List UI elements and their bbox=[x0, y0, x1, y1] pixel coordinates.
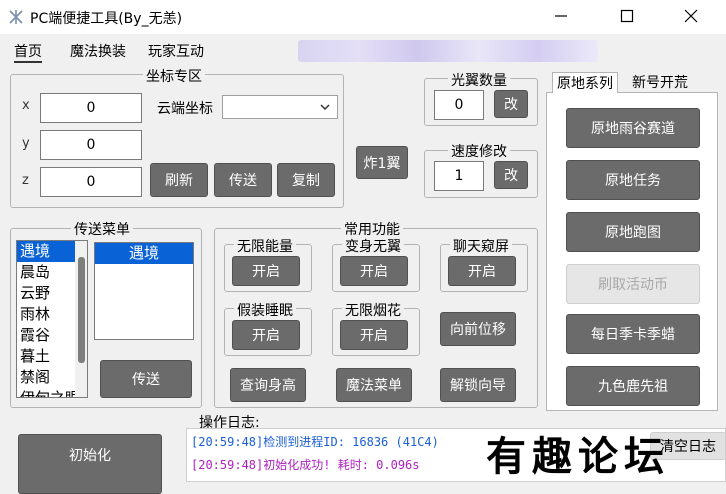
init-button[interactable]: 初始化 bbox=[18, 434, 162, 494]
in-place-rain-track-button[interactable]: 原地雨谷赛道 bbox=[566, 108, 700, 148]
send-teleport-button[interactable]: 传送 bbox=[100, 360, 192, 398]
x-input[interactable]: 0 bbox=[40, 93, 142, 123]
chat-peek-title: 聊天窥屏 bbox=[450, 236, 512, 256]
cloud-coord-label: 云端坐标 bbox=[157, 101, 213, 117]
infinite-energy-button[interactable]: 开启 bbox=[232, 256, 300, 286]
watermark-text: 有趣论坛 bbox=[486, 433, 670, 480]
wings-change-button[interactable]: 改 bbox=[494, 90, 528, 118]
fake-sleep-title: 假装睡眠 bbox=[234, 300, 296, 320]
x-label: x bbox=[22, 98, 30, 113]
list-item[interactable]: 遇境 bbox=[95, 243, 193, 264]
fake-sleep-button[interactable]: 开启 bbox=[232, 320, 300, 350]
close-button[interactable] bbox=[668, 0, 714, 32]
map-list[interactable]: 遇境 晨岛 云野 雨林 霞谷 暮土 禁阁 伊甸之眼 bbox=[16, 240, 88, 398]
speed-group-title: 速度修改 bbox=[448, 141, 510, 161]
maximize-icon bbox=[620, 9, 634, 23]
in-place-run-map-button[interactable]: 原地跑图 bbox=[566, 212, 700, 252]
transform-wing-title: 变身无翼 bbox=[342, 236, 404, 256]
wings-input[interactable]: 0 bbox=[434, 90, 484, 120]
close-icon bbox=[684, 9, 698, 23]
chat-peek-button[interactable]: 开启 bbox=[448, 256, 516, 286]
log-line: [20:59:48]初始化成功! 耗时: 0.096s bbox=[191, 458, 420, 472]
daily-season-candle-button[interactable]: 每日季卡季蜡 bbox=[566, 314, 700, 354]
maximize-button[interactable] bbox=[604, 0, 650, 32]
infinite-fireworks-button[interactable]: 开启 bbox=[340, 320, 408, 350]
map-list-scrollbar[interactable] bbox=[75, 241, 87, 397]
coord-group-title: 坐标专区 bbox=[143, 66, 205, 86]
y-label: y bbox=[22, 136, 30, 151]
infinite-energy-title: 无限能量 bbox=[234, 236, 296, 256]
app-window: PC端便捷工具(By_无恙) 首页 魔法换装 玩家互动 坐标专区 x 0 y 0… bbox=[0, 0, 726, 494]
menu-magic-outfit[interactable]: 魔法换装 bbox=[70, 41, 126, 61]
y-input[interactable]: 0 bbox=[40, 130, 142, 160]
infinite-fireworks-title: 无限烟花 bbox=[342, 300, 404, 320]
farm-event-coin-button[interactable]: 刷取活动币 bbox=[566, 264, 700, 304]
refresh-button[interactable]: 刷新 bbox=[150, 163, 208, 197]
blurred-area bbox=[298, 40, 598, 62]
move-forward-button[interactable]: 向前位移 bbox=[440, 312, 516, 346]
magic-menu-button[interactable]: 魔法菜单 bbox=[336, 368, 412, 402]
nine-color-deer-button[interactable]: 九色鹿先祖 bbox=[566, 366, 700, 406]
speed-input[interactable]: 1 bbox=[434, 161, 484, 191]
query-height-button[interactable]: 查询身高 bbox=[230, 368, 306, 402]
in-place-task-button[interactable]: 原地任务 bbox=[566, 160, 700, 200]
z-input[interactable]: 0 bbox=[40, 167, 142, 197]
log-line: [20:59:48]检测到进程ID: 16836 (41C4) bbox=[191, 435, 439, 449]
chevron-down-icon bbox=[320, 104, 330, 111]
speed-change-button[interactable]: 改 bbox=[494, 161, 528, 189]
app-icon bbox=[9, 10, 23, 24]
menu-player-interact[interactable]: 玩家互动 bbox=[148, 41, 204, 61]
wings-group-title: 光翼数量 bbox=[448, 70, 510, 90]
copy-button[interactable]: 复制 bbox=[277, 163, 335, 197]
scrollbar-thumb[interactable] bbox=[78, 257, 85, 363]
minimize-icon bbox=[555, 15, 567, 17]
unlock-guide-button[interactable]: 解锁向导 bbox=[440, 368, 516, 402]
menu-home[interactable]: 首页 bbox=[14, 41, 42, 63]
tab-new-account[interactable]: 新号开荒 bbox=[628, 72, 692, 92]
tab-in-place-series[interactable]: 原地系列 bbox=[552, 72, 618, 93]
window-title: PC端便捷工具(By_无恙) bbox=[30, 11, 183, 27]
title-bar: PC端便捷工具(By_无恙) bbox=[0, 0, 726, 34]
transform-wing-button[interactable]: 开启 bbox=[340, 256, 408, 286]
z-label: z bbox=[22, 173, 29, 188]
cloud-coord-select[interactable] bbox=[222, 95, 338, 119]
teleport-menu-title: 传送菜单 bbox=[71, 219, 133, 239]
bomb-wing-button[interactable]: 炸1翼 bbox=[356, 146, 408, 179]
minimize-button[interactable] bbox=[538, 0, 584, 32]
teleport-coord-button[interactable]: 传送 bbox=[214, 163, 272, 197]
sub-map-list[interactable]: 遇境 bbox=[94, 242, 194, 340]
